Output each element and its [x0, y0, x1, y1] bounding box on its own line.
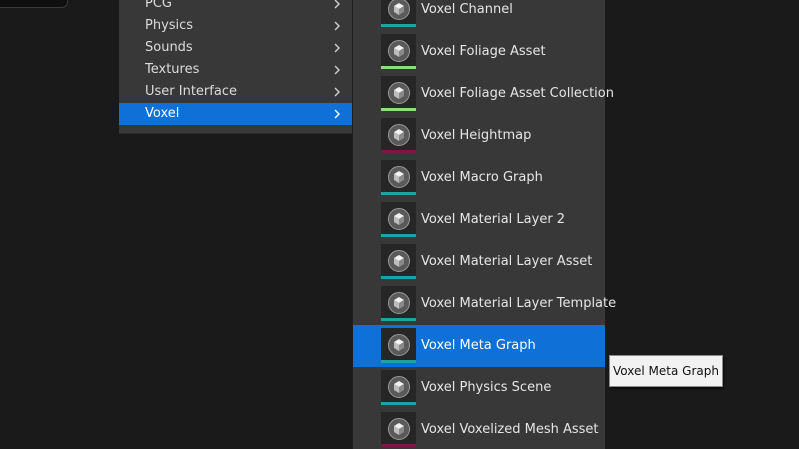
- asset-type-color-bar: [381, 402, 416, 405]
- asset-item-label: Voxel Material Layer Template: [421, 296, 617, 311]
- voxel-asset-icon: [388, 418, 410, 440]
- asset-item-label: Voxel Heightmap: [421, 128, 532, 143]
- voxel-asset-icon: [388, 208, 410, 230]
- voxel-asset-icon: [388, 0, 410, 20]
- chevron-right-icon: [334, 43, 340, 53]
- asset-item-voxel-material-layer-asset[interactable]: Voxel Material Layer Asset: [353, 241, 605, 283]
- chevron-right-icon: [334, 109, 340, 119]
- voxel-asset-submenu: Voxel Channel Voxel Foliage Asset Voxel Fo…: [352, 0, 616, 449]
- voxel-asset-icon: [388, 376, 410, 398]
- asset-item-label: Voxel Physics Scene: [421, 380, 552, 395]
- asset-item-voxel-foliage-asset-collection[interactable]: Voxel Foliage Asset Collection: [353, 73, 614, 115]
- asset-type-color-bar: [381, 318, 416, 321]
- asset-item-label: Voxel Channel: [421, 2, 513, 17]
- asset-item-label: Voxel Material Layer 2: [421, 212, 566, 227]
- asset-thumbnail: [381, 160, 416, 195]
- category-item-label: Physics: [145, 18, 194, 33]
- chevron-right-icon: [334, 0, 340, 9]
- voxel-asset-icon: [388, 40, 410, 62]
- voxel-asset-icon: [388, 166, 410, 188]
- asset-thumbnail: [381, 34, 416, 69]
- category-item-sounds[interactable]: Sounds: [119, 37, 352, 59]
- category-item-label: Voxel: [145, 106, 180, 121]
- category-item-label: Sounds: [145, 40, 193, 55]
- asset-thumbnail: [381, 412, 416, 447]
- asset-type-color-bar: [381, 276, 416, 279]
- voxel-asset-icon: [388, 250, 410, 272]
- asset-item-voxel-voxelized-mesh-asset[interactable]: Voxel Voxelized Mesh Asset: [353, 409, 605, 449]
- asset-item-voxel-physics-scene[interactable]: Voxel Physics Scene: [353, 367, 605, 409]
- asset-item-voxel-channel[interactable]: Voxel Channel: [353, 0, 605, 31]
- asset-item-label: Voxel Voxelized Mesh Asset: [421, 422, 599, 437]
- asset-type-color-bar: [381, 150, 416, 153]
- asset-thumbnail: [381, 118, 416, 153]
- voxel-asset-icon: [388, 82, 410, 104]
- category-item-label: PCG: [145, 0, 172, 11]
- tooltip: Voxel Meta Graph: [609, 355, 723, 387]
- content-browser-context-menu: PCG Physics Sounds Textures User Interface Vo…: [0, 0, 799, 449]
- asset-item-voxel-foliage-asset[interactable]: Voxel Foliage Asset: [353, 31, 605, 73]
- asset-thumbnail: [381, 244, 416, 279]
- toolbar-fragment: [0, 0, 68, 8]
- asset-type-color-bar: [381, 444, 416, 447]
- asset-item-voxel-material-layer-template[interactable]: Voxel Material Layer Template: [353, 283, 616, 325]
- asset-type-color-bar: [381, 192, 416, 195]
- asset-item-label: Voxel Foliage Asset Collection: [421, 86, 614, 101]
- chevron-right-icon: [334, 65, 340, 75]
- asset-type-color-bar: [381, 66, 416, 69]
- asset-thumbnail: [381, 0, 416, 27]
- asset-type-color-bar: [381, 234, 416, 237]
- asset-type-color-bar: [381, 24, 416, 27]
- category-menu: PCG Physics Sounds Textures User Interface Vo…: [119, 0, 353, 134]
- category-item-textures[interactable]: Textures: [119, 59, 352, 81]
- asset-type-color-bar: [381, 360, 416, 363]
- asset-item-label: Voxel Macro Graph: [421, 170, 543, 185]
- asset-thumbnail: [381, 328, 416, 363]
- category-item-voxel[interactable]: Voxel: [119, 103, 352, 125]
- asset-item-label: Voxel Meta Graph: [421, 338, 536, 353]
- asset-item-voxel-material-layer-2[interactable]: Voxel Material Layer 2: [353, 199, 605, 241]
- category-item-physics[interactable]: Physics: [119, 15, 352, 37]
- category-item-pcg[interactable]: PCG: [119, 0, 352, 15]
- asset-item-voxel-meta-graph[interactable]: Voxel Meta Graph: [353, 325, 605, 367]
- voxel-asset-icon: [388, 292, 410, 314]
- category-item-label: User Interface: [145, 84, 237, 99]
- asset-item-label: Voxel Material Layer Asset: [421, 254, 593, 269]
- asset-item-voxel-macro-graph[interactable]: Voxel Macro Graph: [353, 157, 605, 199]
- chevron-right-icon: [334, 87, 340, 97]
- category-item-label: Textures: [145, 62, 200, 77]
- asset-thumbnail: [381, 76, 416, 111]
- category-item-user-interface[interactable]: User Interface: [119, 81, 352, 103]
- asset-item-label: Voxel Foliage Asset: [421, 44, 546, 59]
- asset-type-color-bar: [381, 108, 416, 111]
- voxel-asset-icon: [388, 334, 410, 356]
- asset-thumbnail: [381, 286, 416, 321]
- asset-thumbnail: [381, 370, 416, 405]
- asset-item-voxel-heightmap[interactable]: Voxel Heightmap: [353, 115, 605, 157]
- voxel-asset-icon: [388, 124, 410, 146]
- asset-thumbnail: [381, 202, 416, 237]
- chevron-right-icon: [334, 21, 340, 31]
